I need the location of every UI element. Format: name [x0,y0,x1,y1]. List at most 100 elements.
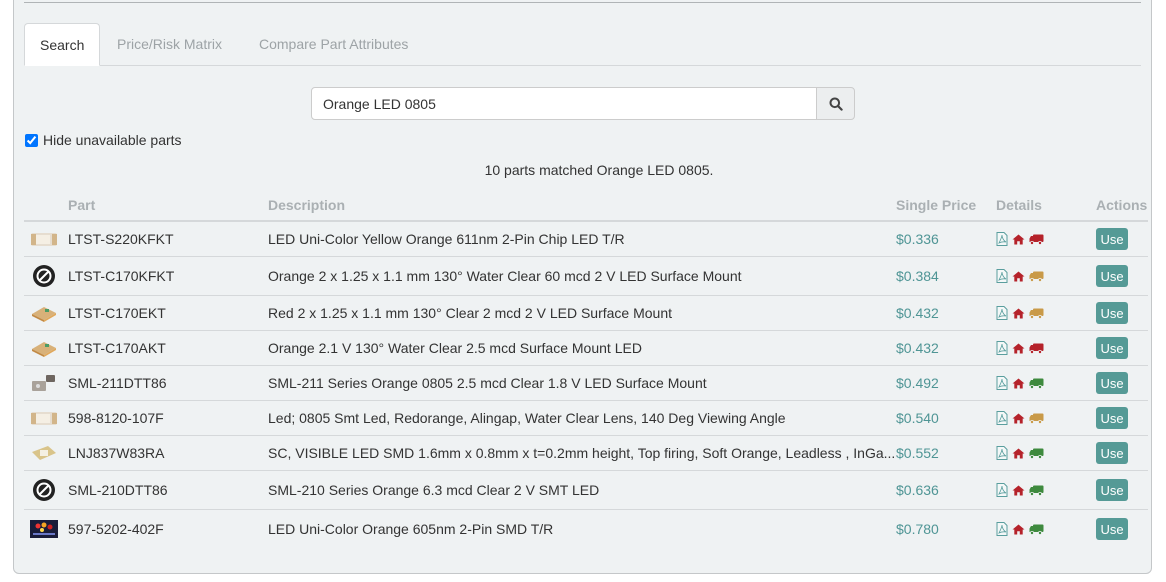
details-cell [996,295,1096,331]
part-description: Orange 2 x 1.25 x 1.1 mm 130° Water Clea… [268,256,896,296]
part-number[interactable]: 597-5202-402F [68,509,268,548]
manufacturer-home-icon[interactable] [1012,448,1025,459]
single-price: $0.336 [896,220,996,257]
actions-cell: Use [1096,330,1148,366]
results-table: Part Description Single Price Details Ac… [24,190,1148,548]
manufacturer-home-icon[interactable] [1012,524,1025,535]
part-number[interactable]: LTST-S220KFKT [68,220,268,257]
part-thumbnail-cell [24,470,68,510]
delivery-truck-icon[interactable] [1029,485,1044,496]
tab-search[interactable]: Search [24,23,101,66]
use-part-button[interactable]: Use [1096,479,1128,501]
part-number[interactable]: LTST-C170EKT [68,295,268,331]
part-thumbnail[interactable] [29,442,59,464]
pdf-datasheet-icon[interactable] [996,269,1008,283]
single-price: $0.384 [896,256,996,296]
table-row: 598-8120-107F Led; 0805 Smt Led, Redorang… [24,400,1148,436]
details-cell [996,509,1096,548]
part-description: SML-210 Series Orange 6.3 mcd Clear 2 V … [268,470,896,510]
tab-price-risk-matrix[interactable]: Price/Risk Matrix [117,23,222,65]
use-part-button[interactable]: Use [1096,372,1128,394]
part-thumbnail-cell [24,256,68,296]
pdf-datasheet-icon[interactable] [996,306,1008,320]
part-thumbnail[interactable] [29,407,59,429]
manufacturer-home-icon[interactable] [1012,308,1025,319]
part-number[interactable]: LTST-C170KFKT [68,256,268,296]
search-bar [311,87,855,120]
manufacturer-home-icon[interactable] [1012,234,1025,245]
delivery-truck-icon[interactable] [1029,343,1044,354]
hide-unavailable-filter[interactable]: Hide unavailable parts [25,131,182,149]
search-button[interactable] [816,87,855,120]
pdf-datasheet-icon[interactable] [996,483,1008,497]
table-row: LTST-C170EKT Red 2 x 1.25 x 1.1 mm 130° C… [24,295,1148,331]
pdf-datasheet-icon[interactable] [996,341,1008,355]
part-number[interactable]: SML-210DTT86 [68,470,268,510]
result-summary: 10 parts matched Orange LED 0805. [0,162,1166,178]
pdf-datasheet-icon[interactable] [996,376,1008,390]
tab-compare-part-attributes[interactable]: Compare Part Attributes [259,23,408,65]
single-price: $0.432 [896,330,996,366]
pdf-datasheet-icon[interactable] [996,522,1008,536]
use-part-button[interactable]: Use [1096,302,1128,324]
use-part-button[interactable]: Use [1096,518,1128,540]
part-description: Red 2 x 1.25 x 1.1 mm 130° Clear 2 mcd 2… [268,295,896,331]
delivery-truck-icon[interactable] [1029,234,1044,245]
delivery-truck-icon[interactable] [1029,308,1044,319]
header-part[interactable]: Part [68,190,268,222]
pdf-datasheet-icon[interactable] [996,446,1008,460]
part-thumbnail[interactable] [29,228,59,250]
manufacturer-home-icon[interactable] [1012,378,1025,389]
use-part-button[interactable]: Use [1096,407,1128,429]
manufacturer-home-icon[interactable] [1012,343,1025,354]
part-thumbnail-cell [24,509,68,548]
hide-unavailable-label: Hide unavailable parts [43,132,182,148]
use-part-button[interactable]: Use [1096,228,1128,250]
use-part-button[interactable]: Use [1096,337,1128,359]
header-description[interactable]: Description [268,190,896,222]
part-thumbnail-cell [24,435,68,471]
table-row: SML-210DTT86 SML-210 Series Orange 6.3 mc… [24,470,1148,510]
part-number[interactable]: LNJ837W83RA [68,435,268,471]
manufacturer-home-icon[interactable] [1012,413,1025,424]
actions-cell: Use [1096,435,1148,471]
divider [24,2,1141,3]
header-thumb [24,190,68,222]
part-thumbnail[interactable] [29,479,59,501]
delivery-truck-icon[interactable] [1029,413,1044,424]
part-number[interactable]: 598-8120-107F [68,400,268,436]
actions-cell: Use [1096,365,1148,401]
delivery-truck-icon[interactable] [1029,524,1044,535]
part-thumbnail[interactable] [29,372,59,394]
part-thumbnail[interactable] [29,337,59,359]
pdf-datasheet-icon[interactable] [996,411,1008,425]
delivery-truck-icon[interactable] [1029,378,1044,389]
manufacturer-home-icon[interactable] [1012,485,1025,496]
part-thumbnail-cell [24,220,68,257]
pdf-datasheet-icon[interactable] [996,232,1008,246]
part-thumbnail[interactable] [29,302,59,324]
delivery-truck-icon[interactable] [1029,271,1044,282]
use-part-button[interactable]: Use [1096,442,1128,464]
actions-cell: Use [1096,509,1148,548]
header-single-price[interactable]: Single Price [896,190,996,222]
manufacturer-home-icon[interactable] [1012,271,1025,282]
single-price: $0.492 [896,365,996,401]
hide-unavailable-checkbox[interactable] [25,133,38,147]
use-part-button[interactable]: Use [1096,265,1128,287]
delivery-truck-icon[interactable] [1029,448,1044,459]
single-price: $0.552 [896,435,996,471]
actions-cell: Use [1096,220,1148,257]
part-number[interactable]: LTST-C170AKT [68,330,268,366]
search-input[interactable] [311,87,817,120]
table-row: LNJ837W83RA SC, VISIBLE LED SMD 1.6mm x 0… [24,435,1148,471]
part-thumbnail-cell [24,295,68,331]
table-row: SML-211DTT86 SML-211 Series Orange 0805 2… [24,365,1148,401]
part-thumbnail[interactable] [29,518,59,540]
part-number[interactable]: SML-211DTT86 [68,365,268,401]
table-row: LTST-C170KFKT Orange 2 x 1.25 x 1.1 mm 13… [24,256,1148,296]
details-cell [996,435,1096,471]
single-price: $0.780 [896,509,996,548]
part-thumbnail[interactable] [29,265,59,287]
details-cell [996,330,1096,366]
